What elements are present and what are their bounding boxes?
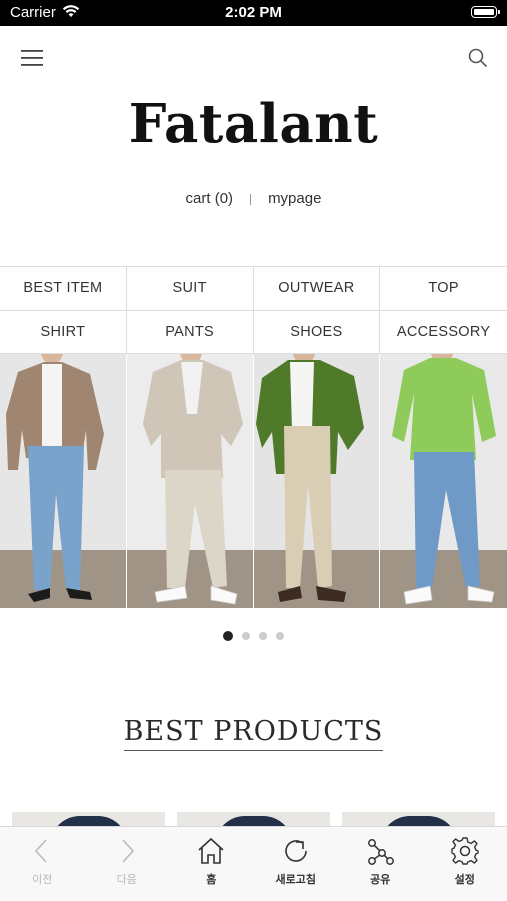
battery-icon <box>471 6 497 18</box>
best-products-title: BEST PRODUCTS <box>124 716 384 751</box>
share-icon <box>365 836 395 866</box>
carousel-pagination <box>0 632 507 641</box>
category-accessory[interactable]: ACCESSORY <box>380 311 507 355</box>
category-pants[interactable]: PANTS <box>127 311 254 355</box>
carousel-dot-2[interactable] <box>242 632 250 640</box>
refresh-label: 새로고침 <box>276 871 316 887</box>
carousel-dot-3[interactable] <box>259 632 267 640</box>
divider <box>250 194 251 205</box>
carousel-dot-4[interactable] <box>276 632 284 640</box>
cart-link[interactable]: cart (0) <box>186 190 234 207</box>
search-icon[interactable] <box>467 47 489 69</box>
settings-button[interactable]: 설정 <box>423 827 507 901</box>
carousel-dot-1[interactable] <box>223 631 233 641</box>
mypage-link[interactable]: mypage <box>268 190 321 207</box>
forward-label: 다음 <box>117 871 137 887</box>
bottom-toolbar: 이전 다음 홈 새로고침 공유 설정 <box>0 826 507 901</box>
clock: 2:02 PM <box>0 4 507 21</box>
hero-banner-carousel[interactable] <box>0 354 507 608</box>
banner-image-look-2[interactable] <box>127 354 254 608</box>
category-best-item[interactable]: BEST ITEM <box>0 267 127 311</box>
best-products-heading: BEST PRODUCTS <box>0 716 507 747</box>
banner-image-look-4[interactable] <box>380 354 507 608</box>
gear-icon <box>450 836 480 866</box>
home-label: 홈 <box>206 871 216 887</box>
hamburger-menu-icon[interactable] <box>20 48 44 68</box>
site-logo[interactable]: Fatalant <box>0 93 507 155</box>
refresh-icon <box>281 836 311 866</box>
settings-label: 설정 <box>455 871 475 887</box>
category-top[interactable]: TOP <box>380 267 507 311</box>
refresh-button[interactable]: 새로고침 <box>254 827 339 901</box>
category-shirt[interactable]: SHIRT <box>0 311 127 355</box>
home-button[interactable]: 홈 <box>169 827 254 901</box>
back-button[interactable]: 이전 <box>0 827 85 901</box>
home-icon <box>196 836 226 866</box>
back-label: 이전 <box>32 871 52 887</box>
share-button[interactable]: 공유 <box>338 827 423 901</box>
account-links: cart (0) mypage <box>0 190 507 207</box>
category-shoes[interactable]: SHOES <box>254 311 381 355</box>
status-bar: Carrier 2:02 PM <box>0 0 507 26</box>
category-nav: BEST ITEM SUIT OUTWEAR TOP SHIRT PANTS S… <box>0 266 507 354</box>
category-outwear[interactable]: OUTWEAR <box>254 267 381 311</box>
share-label: 공유 <box>370 871 390 887</box>
category-suit[interactable]: SUIT <box>127 267 254 311</box>
chevron-left-icon <box>27 836 57 866</box>
banner-image-look-3[interactable] <box>254 354 381 608</box>
forward-button[interactable]: 다음 <box>85 827 170 901</box>
chevron-right-icon <box>112 836 142 866</box>
banner-image-look-1[interactable] <box>0 354 127 608</box>
